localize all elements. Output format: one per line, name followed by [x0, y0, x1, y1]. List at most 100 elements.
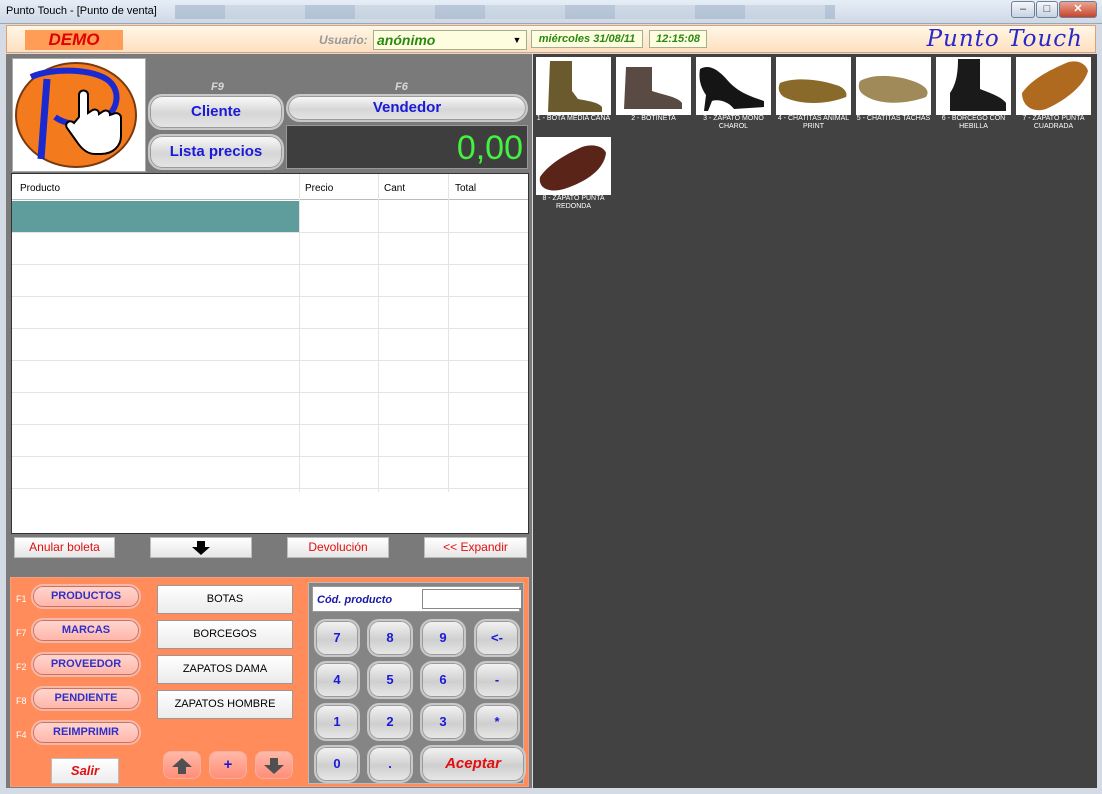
col-precio: Precio — [305, 183, 334, 194]
product-caption: 4 - CHATITAS ANIMAL PRINT — [777, 115, 850, 130]
status-bar: DEMO Usuario: anónimo ▼ miércoles 31/08/… — [6, 25, 1096, 53]
add-button[interactable]: + — [209, 751, 247, 779]
product-image — [776, 57, 851, 115]
product-image — [1016, 57, 1091, 115]
key-5[interactable]: 5 — [367, 661, 413, 699]
product-tile[interactable]: 2 - BOTINETA — [616, 57, 691, 123]
category-pendiente-button[interactable]: PENDIENTE — [31, 686, 141, 711]
key-minus[interactable]: - — [474, 661, 520, 699]
category-proveedor-button[interactable]: PROVEEDOR — [31, 652, 141, 677]
table-row[interactable] — [12, 297, 528, 329]
f7-hint: F7 — [16, 628, 27, 638]
product-image — [936, 57, 1011, 115]
arrow-down-icon — [264, 758, 284, 774]
arrow-up-icon — [172, 758, 192, 774]
f2-hint: F2 — [16, 662, 27, 672]
product-tile[interactable]: 7 - ZAPATO PUNTA CUADRADA — [1016, 57, 1091, 131]
table-row[interactable] — [12, 265, 528, 297]
product-tile[interactable]: 8 - ZAPATO PUNTA REDONDA — [536, 137, 611, 211]
key-4[interactable]: 4 — [314, 661, 360, 699]
background-taskbar-strip — [175, 5, 835, 19]
product-tile[interactable]: 3 - ZAPATO MONO CHAROL — [696, 57, 771, 131]
product-tile[interactable]: 1 - BOTA MEDIA CAÑA — [536, 57, 611, 123]
maximize-button[interactable]: □ — [1036, 1, 1058, 18]
aceptar-button[interactable]: Aceptar — [420, 745, 526, 783]
table-row[interactable] — [12, 361, 528, 393]
product-tile[interactable]: 6 - BORCEGO CON HEBILLA — [936, 57, 1011, 131]
product-caption: 8 - ZAPATO PUNTA REDONDA — [542, 195, 605, 210]
table-row[interactable] — [12, 393, 528, 425]
f4-hint: F4 — [16, 730, 27, 740]
f9-hint: F9 — [211, 81, 224, 93]
cliente-button[interactable]: Cliente — [148, 94, 284, 130]
product-code-input[interactable] — [422, 589, 522, 609]
product-tile[interactable]: 4 - CHATITAS ANIMAL PRINT — [776, 57, 851, 131]
key-decimal[interactable]: . — [367, 745, 413, 783]
anular-boleta-button[interactable]: Anular boleta — [14, 537, 115, 558]
items-table[interactable]: Producto Precio Cant Total — [11, 173, 529, 534]
date-display: miércoles 31/08/11 — [531, 30, 643, 48]
expandir-button[interactable]: << Expandir — [424, 537, 527, 558]
time-display: 12:15:08 — [649, 30, 707, 48]
category-reimprimir-button[interactable]: REIMPRIMIR — [31, 720, 141, 745]
total-display: 0,00 — [286, 125, 528, 169]
numeric-keypad: Cód. producto 7 8 9 <- 4 5 6 - 1 2 3 * 0… — [308, 582, 526, 784]
subcategory-down-button[interactable] — [255, 751, 293, 779]
chevron-down-icon[interactable]: ▼ — [510, 32, 524, 48]
product-tile[interactable]: 5 - CHATITAS TACHAS — [856, 57, 931, 123]
devolucion-button[interactable]: Devolución — [287, 537, 389, 558]
demo-badge: DEMO — [25, 30, 123, 50]
table-row[interactable] — [12, 201, 528, 233]
key-2[interactable]: 2 — [367, 703, 413, 741]
key-8[interactable]: 8 — [367, 619, 413, 657]
product-caption: 5 - CHATITAS TACHAS — [856, 115, 931, 122]
key-7[interactable]: 7 — [314, 619, 360, 657]
table-row[interactable] — [12, 425, 528, 457]
lista-precios-button[interactable]: Lista precios — [148, 134, 284, 170]
product-caption: 6 - BORCEGO CON HEBILLA — [941, 115, 1006, 130]
f1-hint: F1 — [16, 594, 27, 604]
product-caption: 7 - ZAPATO PUNTA CUADRADA — [1022, 115, 1085, 130]
product-code-label: Cód. producto — [317, 594, 393, 606]
key-9[interactable]: 9 — [420, 619, 466, 657]
window-title: Punto Touch - [Punto de venta] — [6, 5, 157, 17]
product-gallery: 1 - BOTA MEDIA CAÑA 2 - BOTINETA 3 - ZAP… — [533, 54, 1097, 788]
user-select[interactable]: anónimo ▼ — [373, 30, 527, 50]
product-caption: 3 - ZAPATO MONO CHAROL — [703, 115, 764, 130]
key-3[interactable]: 3 — [420, 703, 466, 741]
key-6[interactable]: 6 — [420, 661, 466, 699]
product-code-bar: Cód. producto — [312, 586, 522, 612]
category-keypad-panel: F1 PRODUCTOS F7 MARCAS F2 PROVEEDOR F8 P… — [10, 577, 529, 787]
product-image — [696, 57, 771, 115]
table-header: Producto Precio Cant Total — [12, 174, 528, 200]
table-row[interactable] — [12, 329, 528, 361]
col-producto: Producto — [20, 183, 61, 194]
subcategory-up-button[interactable] — [163, 751, 201, 779]
brand-logo-text: Punto Touch — [926, 26, 1083, 52]
subcategory-zapatos-dama-button[interactable]: ZAPATOS DAMA — [157, 655, 293, 684]
product-caption: 1 - BOTA MEDIA CAÑA — [536, 115, 611, 122]
key-multiply[interactable]: * — [474, 703, 520, 741]
key-1[interactable]: 1 — [314, 703, 360, 741]
subcategory-zapatos-hombre-button[interactable]: ZAPATOS HOMBRE — [157, 690, 293, 719]
salir-button[interactable]: Salir — [51, 758, 119, 784]
table-row[interactable] — [12, 457, 528, 489]
category-productos-button[interactable]: PRODUCTOS — [31, 584, 141, 609]
window-titlebar: Punto Touch - [Punto de venta] – □ ✕ — [0, 0, 1102, 24]
col-cant: Cant — [384, 183, 406, 194]
f8-hint: F8 — [16, 696, 27, 706]
minimize-button[interactable]: – — [1011, 1, 1035, 18]
vendedor-button[interactable]: Vendedor — [286, 94, 528, 122]
table-row[interactable] — [12, 233, 528, 265]
close-button[interactable]: ✕ — [1059, 1, 1097, 18]
product-image — [536, 57, 611, 115]
arrow-down-icon — [192, 541, 210, 555]
product-image — [616, 57, 691, 115]
category-marcas-button[interactable]: MARCAS — [31, 618, 141, 643]
key-backspace[interactable]: <- — [474, 619, 520, 657]
subcategory-borcegos-button[interactable]: BORCEGOS — [157, 620, 293, 649]
key-0[interactable]: 0 — [314, 745, 360, 783]
user-select-value: anónimo — [377, 32, 436, 48]
subcategory-botas-button[interactable]: BOTAS — [157, 585, 293, 614]
scroll-down-button[interactable] — [150, 537, 252, 558]
